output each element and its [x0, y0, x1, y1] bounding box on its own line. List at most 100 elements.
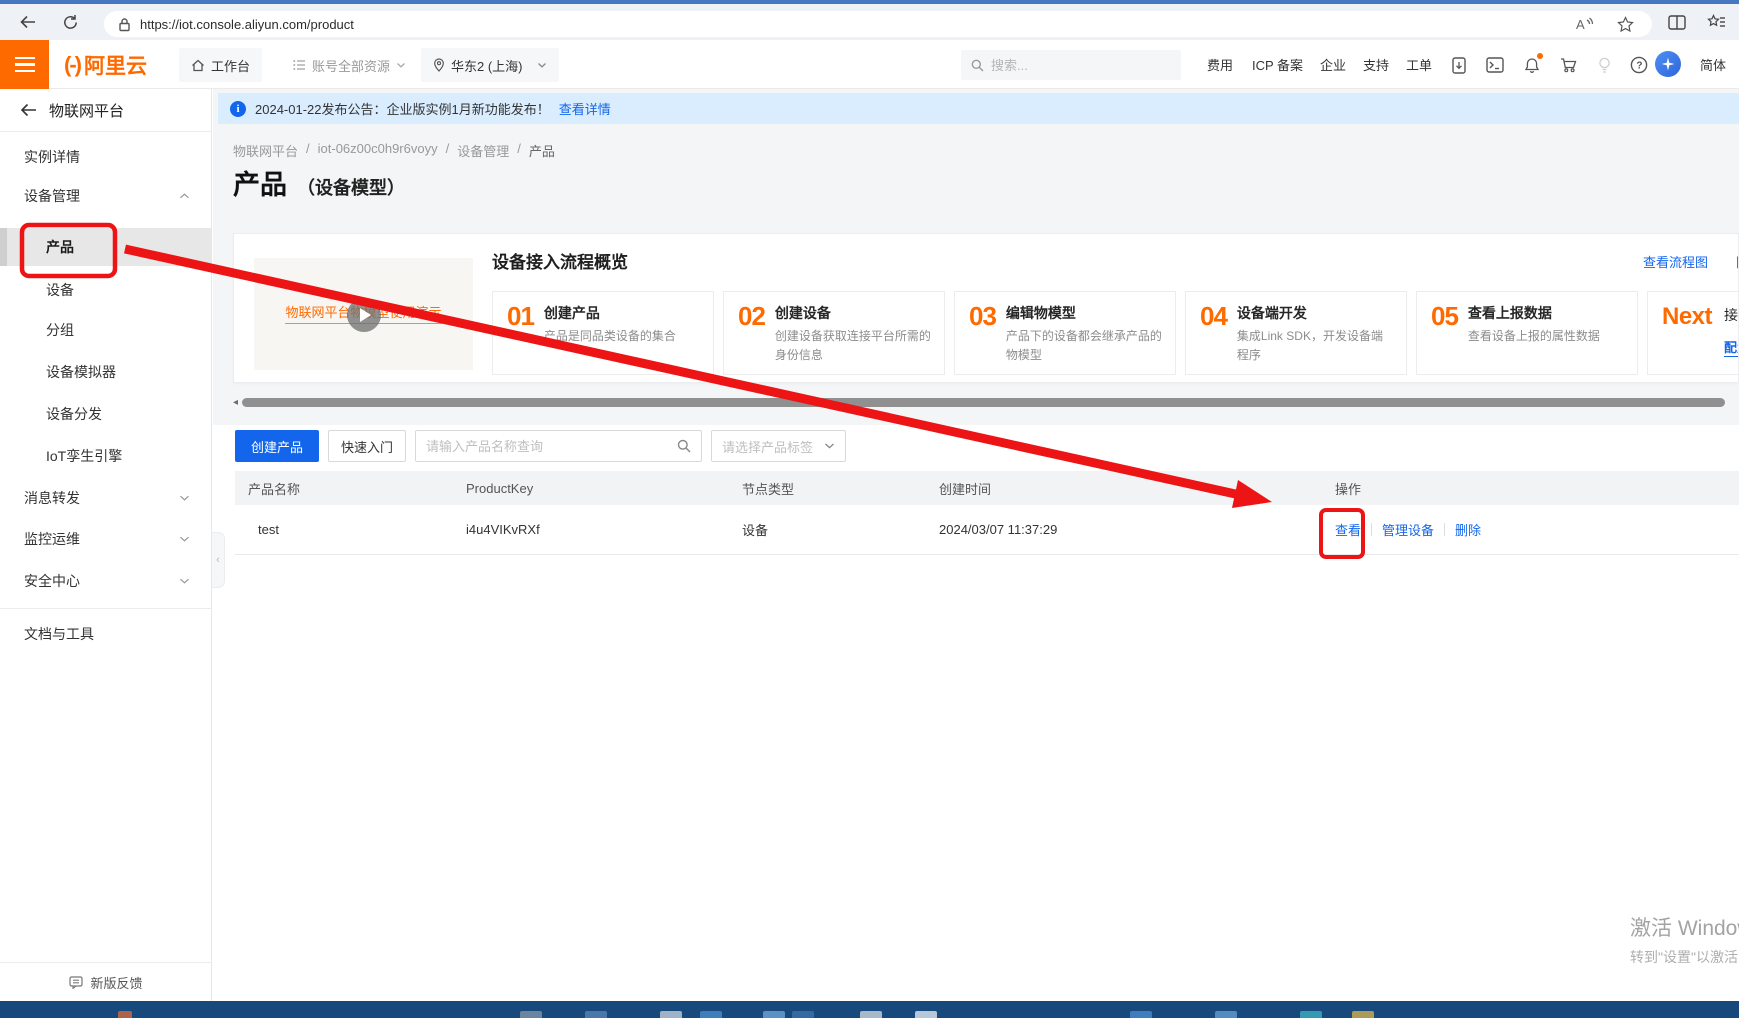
browser-toolbar: https://iot.console.aliyun.com/product A	[0, 4, 1739, 40]
windows-taskbar[interactable]	[0, 1001, 1739, 1018]
sidebar-item-product[interactable]: 产品	[0, 228, 212, 266]
taskbar-icon[interactable]	[763, 1011, 785, 1018]
taskbar-icon[interactable]	[792, 1011, 814, 1018]
taskbar-icon[interactable]	[585, 1011, 607, 1018]
taskbar-icon[interactable]	[1300, 1011, 1322, 1018]
manage-devices-action-link[interactable]: 管理设备	[1382, 520, 1434, 539]
breadcrumb-device-mgmt[interactable]: 设备管理	[457, 141, 509, 160]
announcement-detail-link[interactable]: 查看详情	[559, 99, 611, 118]
nav-link-enterprise[interactable]: 企业	[1320, 40, 1346, 89]
chevron-down-icon	[396, 61, 406, 69]
sidebar-item-device-distribution[interactable]: 设备分发	[0, 395, 212, 433]
lightbulb-icon[interactable]	[1592, 53, 1616, 77]
view-action-link[interactable]: 查看	[1335, 520, 1361, 539]
console-search[interactable]	[961, 50, 1181, 80]
browser-refresh-icon[interactable]	[58, 10, 82, 34]
page-subtitle: （设备模型）	[297, 174, 405, 200]
action-divider	[1371, 523, 1372, 536]
sidebar-item-security-center[interactable]: 安全中心	[0, 562, 212, 600]
delete-action-link[interactable]: 删除	[1455, 520, 1481, 539]
announcement-banner: i 2024-01-22发布公告：企业版实例1月新功能发布！ 查看详情	[218, 93, 1739, 124]
cart-icon[interactable]	[1556, 53, 1580, 77]
products-menu-button[interactable]	[0, 40, 49, 89]
create-product-button[interactable]: 创建产品	[235, 430, 319, 462]
horizontal-scrollbar[interactable]: ◂	[233, 396, 1739, 408]
product-search-box[interactable]	[415, 430, 702, 462]
sidebar-item-monitoring-ops[interactable]: 监控运维	[0, 520, 212, 558]
tutorial-video-thumbnail[interactable]: 物联网平台物模型使用演示	[254, 258, 473, 370]
workbench-button[interactable]: 工作台	[179, 48, 262, 82]
sidebar-item-docs-tools[interactable]: 文档与工具	[0, 615, 212, 653]
flow-step-device-dev[interactable]: 04 设备端开发 集成Link SDK，开发设备端程序	[1185, 291, 1407, 375]
nav-link-tickets[interactable]: 工单	[1406, 40, 1432, 89]
breadcrumb-instance[interactable]: iot-06z00c0h9r6voyy	[318, 141, 438, 160]
browser-back-icon[interactable]	[16, 10, 40, 34]
aliyun-logo[interactable]: (-) 阿里云	[64, 40, 147, 89]
flow-step-create-device[interactable]: 02 创建设备 创建设备获取连接平台所需的身份信息	[723, 291, 945, 375]
sidebar-item-device-simulator[interactable]: 设备模拟器	[0, 353, 212, 391]
view-flow-diagram-link[interactable]: 查看流程图	[1643, 252, 1708, 271]
region-selector[interactable]: 华东2 (上海)	[421, 48, 559, 82]
favorite-star-icon[interactable]	[1617, 16, 1634, 33]
screen: https://iot.console.aliyun.com/product A…	[0, 0, 1739, 1018]
action-divider	[1444, 523, 1445, 536]
notifications-bell-icon[interactable]	[1520, 53, 1544, 77]
flow-next-card[interactable]: Next 接下来， 配置数据	[1647, 291, 1739, 375]
account-resources-selector[interactable]: 账号全部资源	[281, 48, 418, 82]
feedback-icon	[69, 976, 83, 989]
cloudshell-terminal-icon[interactable]	[1483, 53, 1507, 77]
sidebar-back-icon[interactable]	[20, 103, 37, 117]
read-aloud-icon[interactable]: A	[1575, 16, 1595, 32]
collections-icon[interactable]	[1704, 10, 1728, 34]
taskbar-icon[interactable]	[118, 1011, 132, 1018]
chevron-down-icon	[824, 442, 835, 450]
taskbar-icon[interactable]	[860, 1011, 882, 1018]
product-search-input[interactable]	[426, 439, 677, 454]
url-text[interactable]: https://iot.console.aliyun.com/product	[140, 17, 1575, 32]
user-avatar[interactable]	[1655, 51, 1681, 77]
sidebar-item-group[interactable]: 分组	[0, 311, 212, 349]
sidebar-item-device-management[interactable]: 设备管理	[0, 177, 212, 215]
sidebar-item-instance-details[interactable]: 实例详情	[0, 138, 212, 176]
scroll-left-arrow[interactable]: ◂	[233, 397, 238, 408]
scrollbar-thumb[interactable]	[242, 398, 1725, 407]
taskbar-icon[interactable]	[1215, 1011, 1237, 1018]
quick-start-button[interactable]: 快速入门	[328, 430, 406, 462]
nav-link-support[interactable]: 支持	[1363, 40, 1389, 89]
svg-text:?: ?	[1636, 61, 1642, 72]
configure-data-link[interactable]: 配置数据	[1724, 337, 1739, 357]
notification-dot	[1537, 53, 1543, 59]
taskbar-icon[interactable]	[1352, 1011, 1374, 1018]
nav-link-icp[interactable]: ICP 备案	[1252, 40, 1303, 89]
play-button[interactable]	[347, 298, 381, 332]
chevron-down-icon	[537, 61, 547, 69]
sidebar-collapse-handle[interactable]: ‹	[212, 532, 225, 588]
taskbar-icon[interactable]	[660, 1011, 682, 1018]
avatar-star-icon	[1661, 57, 1675, 71]
console-search-input[interactable]	[991, 58, 1151, 73]
flow-step-view-data[interactable]: 05 查看上报数据 查看设备上报的属性数据	[1416, 291, 1638, 375]
breadcrumb-platform[interactable]: 物联网平台	[233, 141, 298, 160]
sidebar-item-message-forwarding[interactable]: 消息转发	[0, 479, 212, 517]
sidebar-item-iot-twin-engine[interactable]: IoT孪生引擎	[0, 437, 212, 475]
product-tag-select[interactable]: 请选择产品标签	[711, 430, 846, 462]
taskbar-icon[interactable]	[520, 1011, 542, 1018]
cell-product-key: i4u4VIKvRXf	[466, 522, 742, 537]
feedback-button[interactable]: 新版反馈	[0, 962, 212, 1001]
breadcrumb-current: 产品	[529, 141, 555, 160]
taskbar-icon[interactable]	[1130, 1011, 1152, 1018]
breadcrumb: 物联网平台 / iot-06z00c0h9r6voyy / 设备管理 / 产品	[233, 141, 555, 160]
help-icon[interactable]: ?	[1627, 53, 1651, 77]
address-bar[interactable]: https://iot.console.aliyun.com/product A	[104, 11, 1652, 37]
taskbar-icon[interactable]	[700, 1011, 722, 1018]
flow-step-edit-model[interactable]: 03 编辑物模型 产品下的设备都会继承产品的物模型	[954, 291, 1176, 375]
mobile-app-icon[interactable]	[1447, 53, 1471, 77]
flow-step-create-product[interactable]: 01 创建产品 产品是同品类设备的集合	[492, 291, 714, 375]
taskbar-icon[interactable]	[915, 1011, 937, 1018]
sidebar-item-device[interactable]: 设备	[0, 271, 212, 309]
aliyun-logo-icon: (-)	[64, 52, 80, 78]
split-screen-icon[interactable]	[1665, 10, 1689, 34]
nav-link-billing[interactable]: 费用	[1207, 40, 1233, 89]
language-switch[interactable]: 简体	[1700, 40, 1726, 89]
col-node-type: 节点类型	[742, 479, 939, 498]
